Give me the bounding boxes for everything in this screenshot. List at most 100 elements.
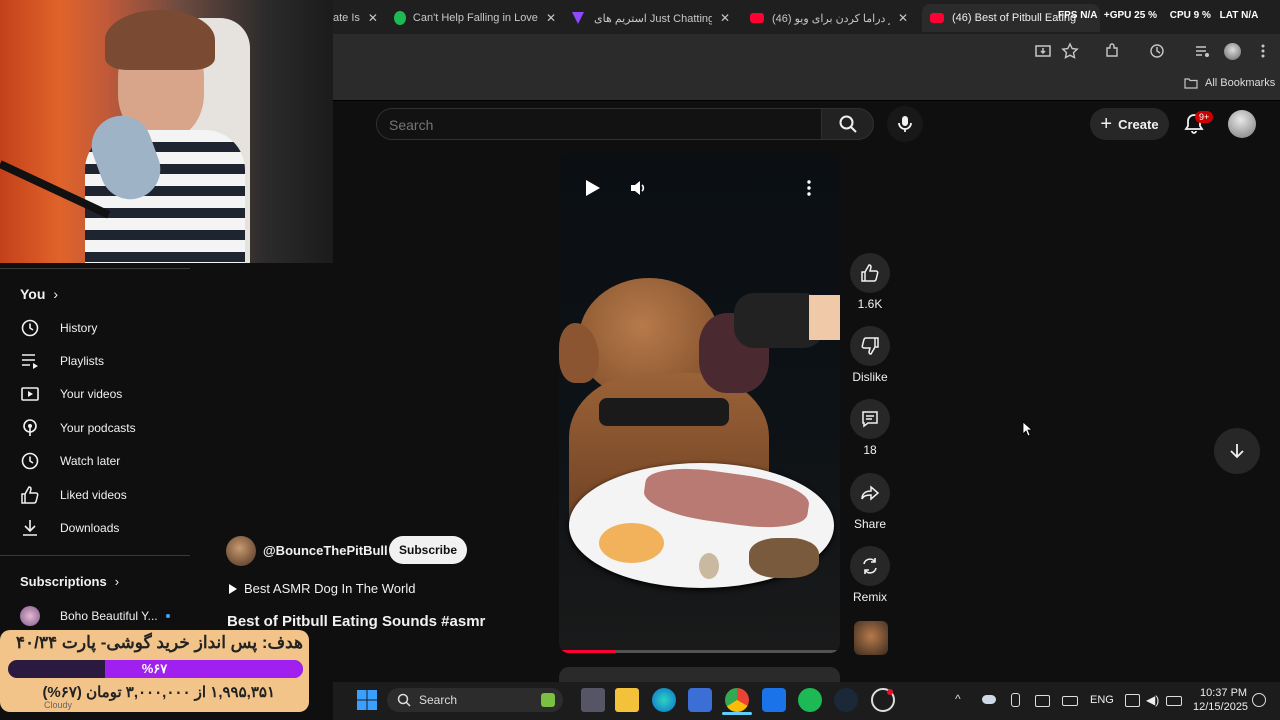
onedrive-icon[interactable]	[982, 695, 996, 704]
plus-icon: +	[1100, 113, 1113, 135]
like-button[interactable]: 1.6K	[850, 253, 890, 311]
task-view-icon[interactable]	[581, 688, 605, 712]
podcast-icon	[23, 419, 37, 436]
sidebar-item-playlists[interactable]: Playlists	[20, 346, 190, 376]
media-control-icon[interactable]	[1193, 42, 1211, 60]
sidebar-item-your-podcasts[interactable]: Your podcasts	[20, 413, 190, 443]
browser-tab[interactable]: استریم های Just Chatting - ✕	[572, 4, 734, 32]
channel-avatar	[20, 606, 40, 626]
search-input[interactable]	[377, 109, 811, 141]
spotify-icon[interactable]	[798, 688, 822, 712]
video-title[interactable]: Best of Pitbull Eating Sounds #asmr	[227, 613, 485, 630]
channel-avatar[interactable]	[226, 536, 256, 566]
show-hidden-icons[interactable]: ^	[955, 692, 961, 706]
like-count: 1.6K	[857, 297, 883, 311]
voice-search-button[interactable]	[887, 106, 923, 142]
comments-button[interactable]: 18	[850, 399, 890, 457]
more-menu-icon[interactable]	[1254, 42, 1272, 60]
sidebar-item-liked-videos[interactable]: Liked videos	[20, 480, 190, 510]
network-icon[interactable]	[1125, 694, 1140, 707]
bookmarks-label: All Bookmarks	[1205, 77, 1276, 89]
keyboard-icon[interactable]	[1062, 696, 1078, 706]
sidebar-you-link[interactable]: You ›	[20, 286, 58, 302]
remix-button[interactable]: Remix	[850, 546, 890, 604]
windows-start-icon[interactable]	[355, 688, 379, 712]
language-indicator[interactable]: ENG	[1090, 694, 1114, 706]
remote-desktop-icon[interactable]	[762, 688, 786, 712]
chevron-right-icon: ›	[53, 286, 59, 302]
channel-name[interactable]: @BounceThePitBull	[263, 543, 388, 558]
tab-title: ate Is	[333, 12, 360, 24]
more-options-button[interactable]	[805, 179, 813, 197]
next-video-button[interactable]	[1214, 428, 1260, 474]
bookmark-star-icon[interactable]	[1061, 42, 1079, 60]
steam-icon[interactable]	[834, 688, 858, 712]
search-icon	[397, 693, 411, 707]
spotify-icon	[394, 11, 406, 25]
chrome-icon[interactable]	[725, 688, 749, 712]
folder-icon	[1184, 78, 1198, 89]
create-button[interactable]: + Create	[1090, 108, 1169, 140]
all-bookmarks-button[interactable]: All Bookmarks	[1184, 77, 1275, 89]
sidebar-divider	[0, 555, 190, 556]
play-button[interactable]	[585, 179, 601, 197]
clock-icon	[21, 452, 39, 470]
microphone-icon	[898, 116, 912, 132]
profile-avatar[interactable]	[1224, 43, 1241, 60]
microphone-icon[interactable]	[1011, 693, 1020, 707]
file-explorer-icon[interactable]	[615, 688, 639, 712]
extensions-icon[interactable]	[1103, 42, 1121, 60]
taskbar-search[interactable]: Search	[387, 688, 563, 712]
tab-close-icon[interactable]: ✕	[898, 11, 908, 25]
progress-fill	[559, 650, 616, 653]
youtube-icon	[750, 13, 764, 23]
video-icon	[21, 387, 39, 401]
sidebar-item-label: Playlists	[60, 354, 105, 368]
playlist-link[interactable]: Best ASMR Dog In The World	[228, 581, 415, 596]
browser-tab[interactable]: ate Is ✕	[333, 4, 383, 32]
browser-tab[interactable]: (46) از دراما کردن برای ویو U ✕	[750, 4, 912, 32]
tab-close-icon[interactable]: ✕	[720, 11, 730, 25]
clock-time[interactable]: 10:37 PM	[1200, 687, 1247, 699]
search-button[interactable]	[822, 108, 874, 140]
donation-goal-widget: هدف: پس انداز خرید گوشی- پارت ۴۰/۳۴ %۶۷ …	[0, 630, 309, 712]
playlist-icon	[22, 354, 38, 369]
account-avatar[interactable]	[1228, 110, 1256, 138]
subscribe-button[interactable]: Subscribe	[389, 536, 467, 564]
browser-tab[interactable]: Can't Help Falling in Love ✕	[394, 4, 556, 32]
sidebar-item-watch-later[interactable]: Watch later	[20, 446, 190, 476]
clock-date[interactable]: 12/15/2025	[1193, 701, 1248, 713]
notification-count-badge: 9+	[1195, 111, 1214, 123]
tab-close-icon[interactable]: ✕	[546, 11, 556, 25]
history-icon[interactable]	[1148, 42, 1166, 60]
share-button[interactable]: Share	[850, 473, 890, 531]
volume-button[interactable]	[629, 179, 647, 197]
short-video-player[interactable]	[559, 153, 840, 653]
sidebar-item-downloads[interactable]: Downloads	[20, 513, 190, 543]
sidebar-subscription-item[interactable]: Boho Beautiful Y...	[20, 601, 190, 631]
sidebar-item-your-videos[interactable]: Your videos	[20, 379, 190, 409]
store-icon[interactable]	[688, 688, 712, 712]
create-label: Create	[1118, 116, 1159, 132]
download-icon	[23, 520, 37, 536]
sidebar-divider	[0, 268, 190, 269]
battery-icon[interactable]	[1166, 696, 1182, 706]
volume-icon	[631, 181, 645, 195]
chevron-right-icon: ›	[114, 574, 120, 589]
weather-label: Cloudy	[44, 700, 73, 710]
sound-thumbnail[interactable]	[854, 621, 888, 655]
install-app-icon[interactable]	[1034, 42, 1052, 60]
play-icon	[586, 180, 600, 196]
volume-icon[interactable]: ◀)	[1146, 693, 1159, 707]
dislike-button[interactable]: Dislike	[850, 326, 890, 384]
notification-center-icon[interactable]	[1252, 693, 1266, 707]
progress-track[interactable]	[559, 650, 840, 653]
edge-browser-icon[interactable]	[652, 688, 676, 712]
camera-tray-icon[interactable]	[1035, 695, 1050, 707]
mouse-cursor-icon	[1022, 421, 1032, 437]
performance-overlay: FPS N/A +GPU 25 % CPU 9 % LAT N/A	[1058, 10, 1259, 21]
sidebar-subscriptions-link[interactable]: Subscriptions ›	[20, 574, 119, 589]
sidebar-item-history[interactable]: History	[20, 313, 190, 343]
tab-close-icon[interactable]: ✕	[368, 11, 378, 25]
new-content-dot	[165, 614, 170, 618]
